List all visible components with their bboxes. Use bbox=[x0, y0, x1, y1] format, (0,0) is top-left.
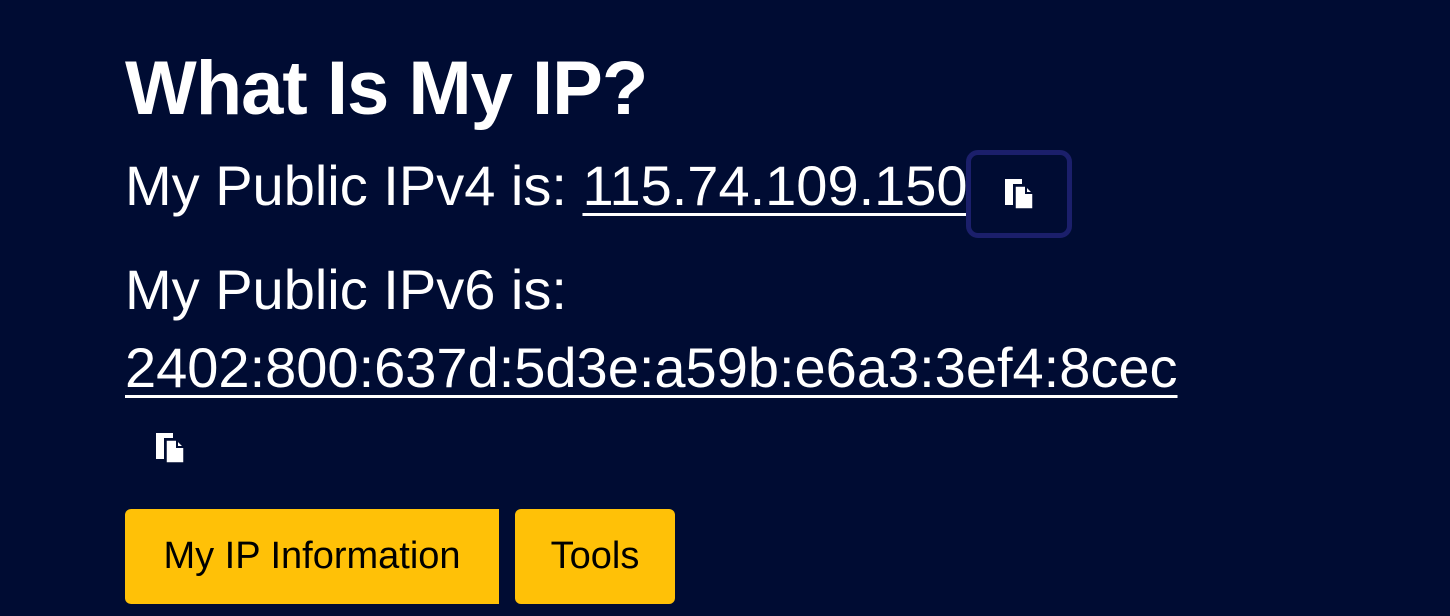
page: What Is My IP? My Public IPv4 is: 115.74… bbox=[0, 0, 1450, 616]
tools-button[interactable]: Tools bbox=[515, 509, 675, 604]
ipv4-row: My Public IPv4 is: 115.74.109.150 bbox=[125, 153, 968, 219]
ipv6-label: My Public IPv6 is: bbox=[125, 258, 567, 321]
copy-icon bbox=[1002, 176, 1036, 212]
copy-icon bbox=[153, 430, 187, 466]
ipv6-address-link[interactable]: 2402:800:637d:5d3e:a59b:e6a3:3ef4:8cec bbox=[125, 336, 1178, 399]
ipv4-address-link[interactable]: 115.74.109.150 bbox=[582, 154, 967, 217]
copy-ipv6-button[interactable] bbox=[140, 418, 200, 478]
my-ip-information-button[interactable]: My IP Information bbox=[125, 509, 499, 604]
page-title: What Is My IP? bbox=[125, 46, 648, 131]
copy-ipv4-button[interactable] bbox=[966, 150, 1072, 238]
ipv6-row: 2402:800:637d:5d3e:a59b:e6a3:3ef4:8cec bbox=[125, 335, 1178, 401]
ipv4-label: My Public IPv4 is: bbox=[125, 154, 567, 217]
